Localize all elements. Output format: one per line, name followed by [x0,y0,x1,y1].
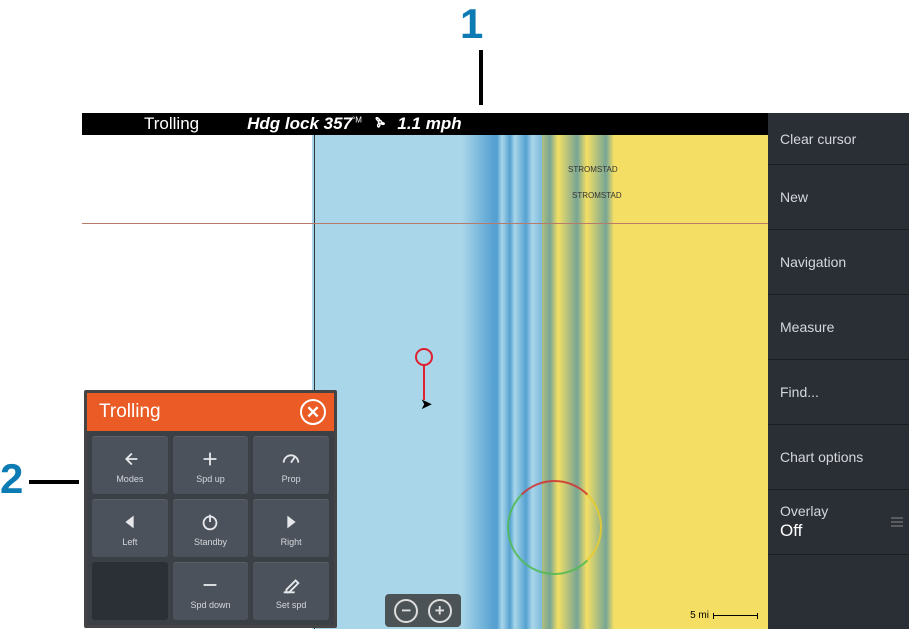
trolling-button-label: Left [122,537,137,547]
zoom-out-button[interactable]: − [394,599,418,623]
target-marker-icon [415,348,433,366]
trolling-standby-button[interactable]: Standby [173,499,249,557]
callout-number-2: 2 [0,455,23,503]
heading-value: 357 [324,113,352,132]
sidebar-item-navigation[interactable]: Navigation [768,230,909,295]
app-frame: Trolling Hdg lock 357°M 1.1 mph STROMSTA… [82,113,909,629]
trolling-empty-cell [92,562,168,620]
trolling-spddown-button[interactable]: Spd down [173,562,249,620]
status-prefix-label: Hdg lock [247,113,319,132]
trolling-modes-button[interactable]: Modes [92,436,168,494]
sidebar-item-new[interactable]: New [768,165,909,230]
propeller-icon [371,113,389,136]
sidebar-overlay-value: Off [780,521,909,541]
plus-icon [199,447,221,471]
sidebar-item-overlay[interactable]: Overlay Off [768,490,909,555]
trolling-left-button[interactable]: Left [92,499,168,557]
trolling-panel-header: Trolling ✕ [87,393,334,431]
zoom-in-button[interactable]: + [428,599,452,623]
trolling-button-label: Set spd [276,600,307,610]
sidebar-menu: Clear cursor New Navigation Measure Find… [768,113,909,629]
trolling-setspd-button[interactable]: Set spd [253,562,329,620]
sidebar-item-label: New [780,189,909,205]
callout-line-1 [479,50,483,105]
speed-unit: mph [426,113,462,132]
trolling-panel-title: Trolling [99,401,161,423]
zoom-control: − + [385,594,461,627]
gridline-horizontal [82,223,768,224]
sidebar-item-label: Chart options [780,449,909,465]
place-label-stromstad-1: STROMSTAD [568,165,618,174]
sidebar-item-clear-cursor[interactable]: Clear cursor [768,113,909,165]
trolling-button-label: Right [281,537,302,547]
trolling-right-button[interactable]: Right [253,499,329,557]
range-ring [507,480,602,575]
sidebar-item-measure[interactable]: Measure [768,295,909,360]
callout-line-2 [29,480,79,484]
sidebar-item-find[interactable]: Find... [768,360,909,425]
trolling-button-label: Prop [282,474,301,484]
triangle-left-icon [119,510,141,534]
edit-icon [280,573,302,597]
trolling-control-panel: Trolling ✕ Modes Spd up Prop [84,390,337,628]
trolling-button-label: Spd up [196,474,225,484]
gauge-icon [280,447,302,471]
back-arrow-icon [119,447,141,471]
cursor-icon[interactable]: ➤ [420,395,433,413]
status-bar: Trolling Hdg lock 357°M 1.1 mph [82,113,768,135]
power-icon [199,510,221,534]
trolling-button-grid: Modes Spd up Prop Left [87,431,334,625]
trolling-button-label: Spd down [190,600,230,610]
trolling-button-label: Modes [116,474,143,484]
trolling-prop-button[interactable]: Prop [253,436,329,494]
minus-icon [199,573,221,597]
mode-title: Trolling [144,114,199,134]
sidebar-item-chart-options[interactable]: Chart options [768,425,909,490]
scale-bar: 5 mi [690,610,758,621]
callout-number-1: 1 [460,0,483,48]
trolling-button-label: Standby [194,537,227,547]
place-label-stromstad-2: STROMSTAD [572,191,622,200]
sidebar-item-label: Clear cursor [780,131,909,147]
heading-status: Hdg lock 357°M 1.1 mph [247,113,462,136]
trolling-spdup-button[interactable]: Spd up [173,436,249,494]
speed-value: 1.1 [397,113,421,132]
triangle-right-icon [280,510,302,534]
sidebar-item-label: Overlay [780,503,909,519]
close-icon[interactable]: ✕ [300,399,326,425]
heading-unit: °M [352,115,362,124]
scale-value: 5 mi [690,610,709,621]
sidebar-item-label: Find... [780,384,909,400]
sidebar-item-label: Navigation [780,254,909,270]
sidebar-item-label: Measure [780,319,909,335]
